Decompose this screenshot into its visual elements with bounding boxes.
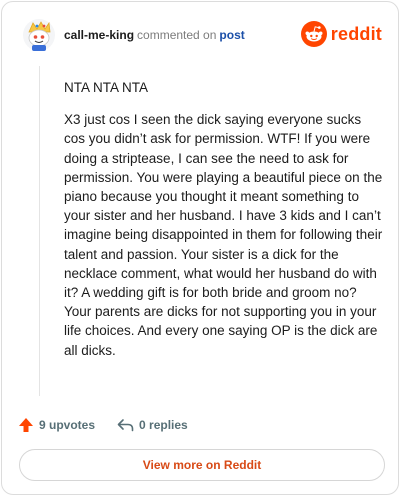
snoo-avatar-icon (23, 19, 55, 51)
upvote-arrow-icon (19, 418, 33, 432)
upvote-button[interactable]: 9 upvotes (18, 417, 95, 433)
username-link[interactable]: call-me-king (64, 28, 134, 42)
thread-line (39, 66, 40, 396)
upvote-count: 9 upvotes (39, 418, 96, 432)
replies-count: 0 replies (139, 418, 188, 432)
comment-meta: call-me-king commented on post (64, 28, 245, 42)
reddit-wordmark: reddit (330, 23, 382, 44)
replies-button[interactable]: 0 replies (117, 418, 188, 432)
reddit-brand[interactable]: reddit (300, 20, 382, 48)
reddit-logo-icon (300, 21, 327, 47)
comment-body: NTA NTA NTA X3 just cos I seen the dick … (64, 78, 384, 360)
comment-paragraph: X3 just cos I seen the dick saying every… (64, 112, 383, 358)
comment-action-text: commented on (137, 28, 217, 42)
comment-paragraph: NTA NTA NTA (64, 80, 149, 95)
comment-footer: 9 upvotes 0 replies (18, 416, 188, 434)
post-link[interactable]: post (219, 28, 244, 42)
comment-header: call-me-king commented on post reddit (18, 16, 384, 56)
view-more-button[interactable]: View more on Reddit (19, 449, 385, 481)
reply-arrow-icon (117, 419, 134, 432)
user-avatar[interactable] (22, 18, 56, 52)
embedded-comment-card: call-me-king commented on post reddit NTA … (1, 1, 399, 495)
